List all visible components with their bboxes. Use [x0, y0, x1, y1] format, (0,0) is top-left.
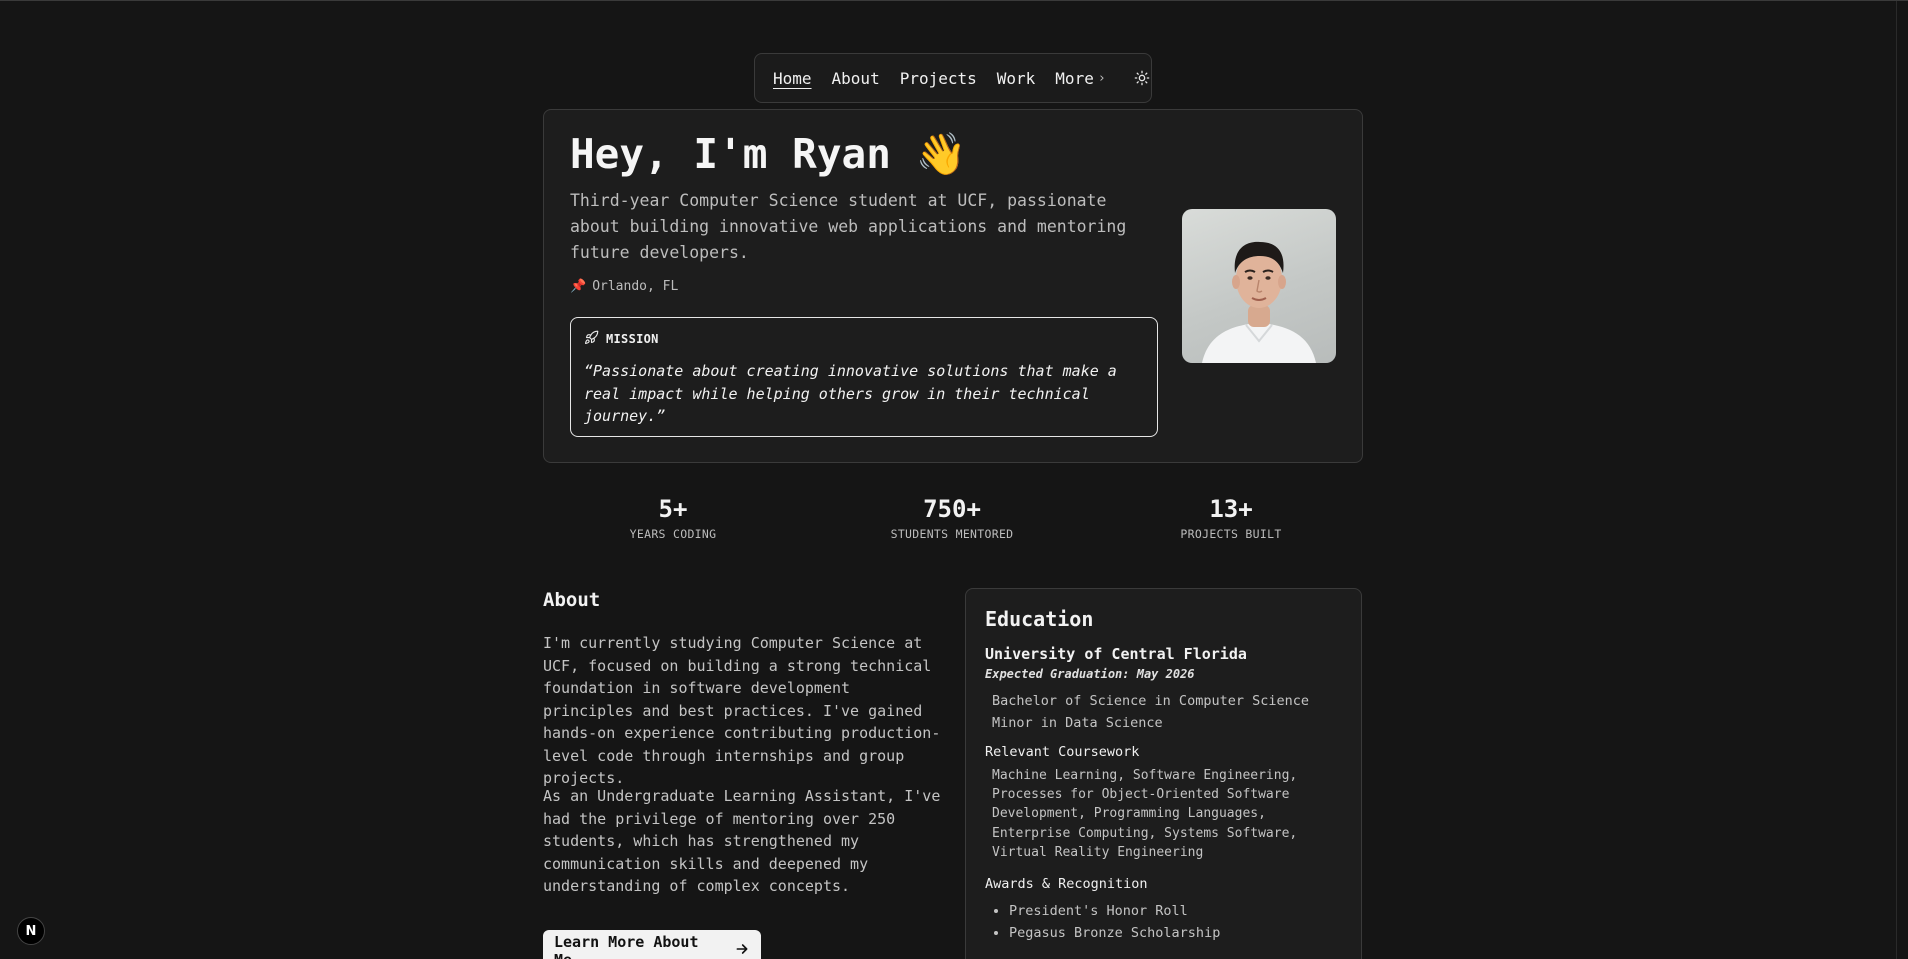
mission-label: MISSION [606, 332, 659, 346]
sun-icon[interactable] [1134, 70, 1150, 86]
stat-students-mentored: 750+ STUDENTS MENTORED [842, 495, 1062, 541]
nav-more-label: More [1055, 68, 1094, 88]
chevron-right-icon: › [1097, 70, 1106, 86]
nav-work-link[interactable]: Work [997, 69, 1036, 88]
stat-label: STUDENTS MENTORED [890, 527, 1014, 541]
degree: Bachelor of Science in Computer Science [992, 693, 1309, 709]
mission-quote: “Passionate about creating innovative so… [584, 362, 1117, 425]
location-text: Orlando, FL [592, 279, 679, 294]
profile-photo [1182, 209, 1336, 363]
hero-title: Hey, I'm Ryan 👋 [570, 130, 967, 178]
arrow-right-icon [734, 941, 750, 959]
nextjs-badge-icon[interactable]: N [17, 917, 45, 945]
about-paragraph: I'm currently studying Computer Science … [543, 634, 941, 787]
stat-projects-built: 13+ PROJECTS BUILT [1121, 495, 1341, 541]
nav-projects-link[interactable]: Projects [900, 69, 977, 88]
stat-value: 750+ [923, 495, 981, 523]
hero-description: Third-year Computer Science student at U… [570, 191, 1127, 262]
degree-info: Bachelor of Science in Computer Science … [985, 690, 1342, 734]
pin-icon: 📌 [570, 279, 587, 294]
about-heading: About [543, 589, 601, 611]
education-heading: Education [985, 607, 1094, 631]
award-item: Pegasus Bronze Scholarship [1009, 922, 1342, 944]
rocket-icon [584, 330, 599, 348]
coursework-list: Machine Learning, Software Engineering, … [992, 768, 1298, 860]
university-name: University of Central Florida [985, 645, 1247, 663]
graduation-date: Expected Graduation: May 2026 [985, 667, 1195, 681]
nav-home-link[interactable]: Home [773, 69, 812, 88]
awards-heading: Awards & Recognition [985, 876, 1148, 893]
nav-about-link[interactable]: About [832, 69, 880, 88]
location: 📌 Orlando, FL [570, 279, 678, 294]
stat-years-coding: 5+ YEARS CODING [563, 495, 783, 541]
mission-header: MISSION [584, 330, 1144, 348]
learn-more-label: Learn More About Me [554, 933, 699, 959]
nav-more-menu[interactable]: More › [1055, 69, 1105, 88]
awards-list: President's Honor Roll Pegasus Bronze Sc… [985, 900, 1342, 944]
hero-card: Hey, I'm Ryan 👋 Third-year Computer Scie… [543, 109, 1363, 463]
mission-box: MISSION “Passionate about creating innov… [570, 317, 1158, 437]
stat-label: PROJECTS BUILT [1180, 527, 1282, 541]
main-nav: Home About Projects Work More › [754, 53, 1152, 103]
stat-value: 13+ [1209, 495, 1253, 523]
learn-more-button[interactable]: Learn More About Me [543, 930, 761, 959]
scrollbar[interactable] [1896, 1, 1908, 959]
stat-label: YEARS CODING [629, 527, 717, 541]
about-paragraph: As an Undergraduate Learning Assistant, … [543, 787, 941, 895]
minor: Minor in Data Science [992, 715, 1163, 731]
coursework-heading: Relevant Coursework [985, 744, 1140, 760]
award-item: President's Honor Roll [1009, 900, 1342, 922]
stat-value: 5+ [658, 495, 688, 523]
education-card: Education University of Central Florida … [965, 588, 1362, 959]
